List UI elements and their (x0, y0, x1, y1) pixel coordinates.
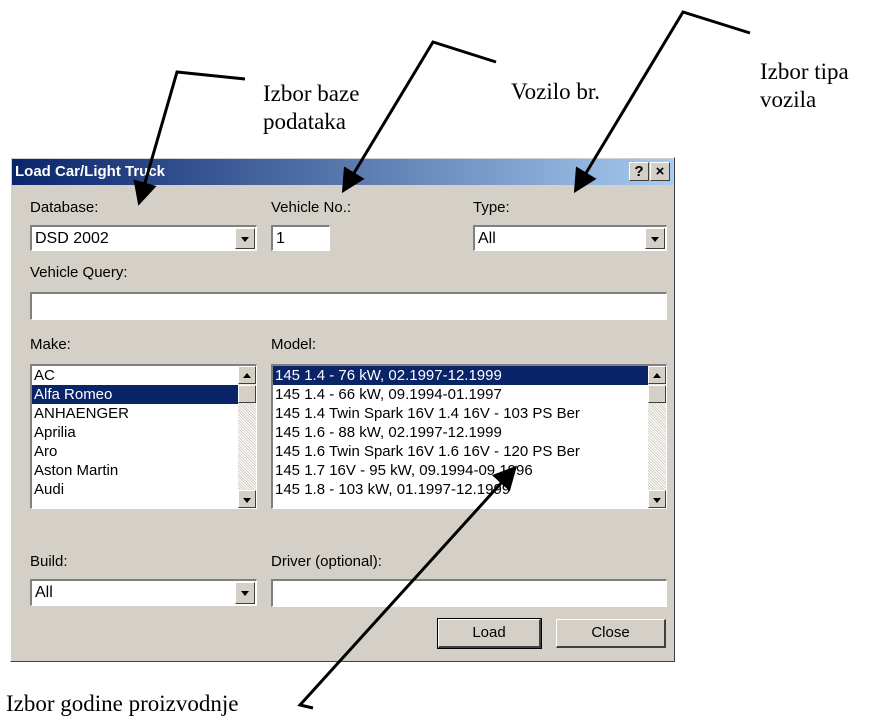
database-label: Database: (30, 199, 99, 216)
scroll-thumb[interactable] (648, 385, 666, 403)
title-bar[interactable]: Load Car/Light Truck ? × (12, 159, 673, 185)
annotation-build-year: Izbor godine proizvodnje (6, 691, 239, 716)
model-list[interactable]: 145 1.4 - 76 kW, 02.1997-12.1999 145 1.4… (271, 364, 667, 509)
list-item[interactable]: 145 1.4 Twin Spark 16V 1.4 16V - 103 PS … (273, 404, 648, 423)
build-label: Build: (30, 553, 68, 570)
chevron-down-icon (241, 237, 249, 242)
list-item[interactable]: 145 1.4 - 66 kW, 09.1994-01.1997 (273, 385, 648, 404)
list-item-selected[interactable]: 145 1.4 - 76 kW, 02.1997-12.1999 (273, 366, 648, 385)
close-button[interactable]: Close (556, 619, 666, 648)
list-item-selected[interactable]: Alfa Romeo (32, 385, 238, 404)
type-value: All (478, 230, 496, 247)
type-dropdown-button[interactable] (645, 228, 665, 249)
list-item[interactable]: Aprilia (32, 423, 238, 442)
make-scrollbar[interactable] (238, 366, 256, 508)
load-car-dialog: Load Car/Light Truck ? × Database: Vehic… (10, 157, 675, 662)
build-select[interactable]: All (30, 579, 257, 606)
scroll-down-button[interactable] (648, 490, 666, 508)
scroll-up-button[interactable] (648, 366, 666, 384)
arrow-down-icon (243, 498, 251, 503)
list-item[interactable]: 145 1.8 - 103 kW, 01.1997-12.1999 (273, 480, 648, 499)
chevron-down-icon (651, 237, 659, 242)
list-item[interactable]: Aston Martin (32, 461, 238, 480)
list-item[interactable]: ANHAENGER (32, 404, 238, 423)
database-value: DSD 2002 (35, 230, 109, 247)
load-button[interactable]: Load (437, 618, 542, 649)
scroll-up-button[interactable] (238, 366, 256, 384)
arrow-up-icon (243, 373, 251, 378)
vehicle-no-input[interactable]: 1 (271, 225, 330, 251)
type-select[interactable]: All (473, 225, 667, 251)
make-list[interactable]: AC Alfa Romeo ANHAENGER Aprilia Aro Asto… (30, 364, 257, 509)
list-item[interactable]: 145 1.6 - 88 kW, 02.1997-12.1999 (273, 423, 648, 442)
list-item[interactable]: 145 1.7 16V - 95 kW, 09.1994-09.1996 (273, 461, 648, 480)
list-item[interactable]: AC (32, 366, 238, 385)
vehicle-query-label: Vehicle Query: (30, 264, 128, 281)
type-label: Type: (473, 199, 510, 216)
vehicle-no-label: Vehicle No.: (271, 199, 352, 216)
build-dropdown-button[interactable] (235, 582, 255, 604)
make-label: Make: (30, 336, 71, 353)
arrow-down-icon (653, 498, 661, 503)
database-select[interactable]: DSD 2002 (30, 225, 257, 251)
list-item[interactable]: Aro (32, 442, 238, 461)
scroll-thumb[interactable] (238, 385, 256, 403)
arrow-up-icon (653, 373, 661, 378)
dialog-title: Load Car/Light Truck (15, 163, 166, 180)
chevron-down-icon (241, 591, 249, 596)
annotation-vehicle-type: Izbor tipa vozila (760, 59, 849, 112)
help-button[interactable]: ? (629, 162, 649, 181)
list-item[interactable]: 145 1.6 Twin Spark 16V 1.6 16V - 120 PS … (273, 442, 648, 461)
close-window-button[interactable]: × (650, 162, 670, 181)
driver-label: Driver (optional): (271, 553, 382, 570)
driver-input[interactable] (271, 579, 667, 607)
vehicle-query-input[interactable] (30, 292, 667, 320)
annotation-vehicle-no: Vozilo br. (511, 79, 601, 104)
model-scrollbar[interactable] (648, 366, 666, 508)
list-item[interactable]: Audi (32, 480, 238, 499)
vehicle-no-value: 1 (276, 230, 285, 247)
model-label: Model: (271, 336, 317, 353)
build-value: All (35, 584, 53, 601)
database-dropdown-button[interactable] (235, 228, 255, 249)
annotation-database: Izbor baze podataka (263, 81, 360, 134)
scroll-down-button[interactable] (238, 490, 256, 508)
